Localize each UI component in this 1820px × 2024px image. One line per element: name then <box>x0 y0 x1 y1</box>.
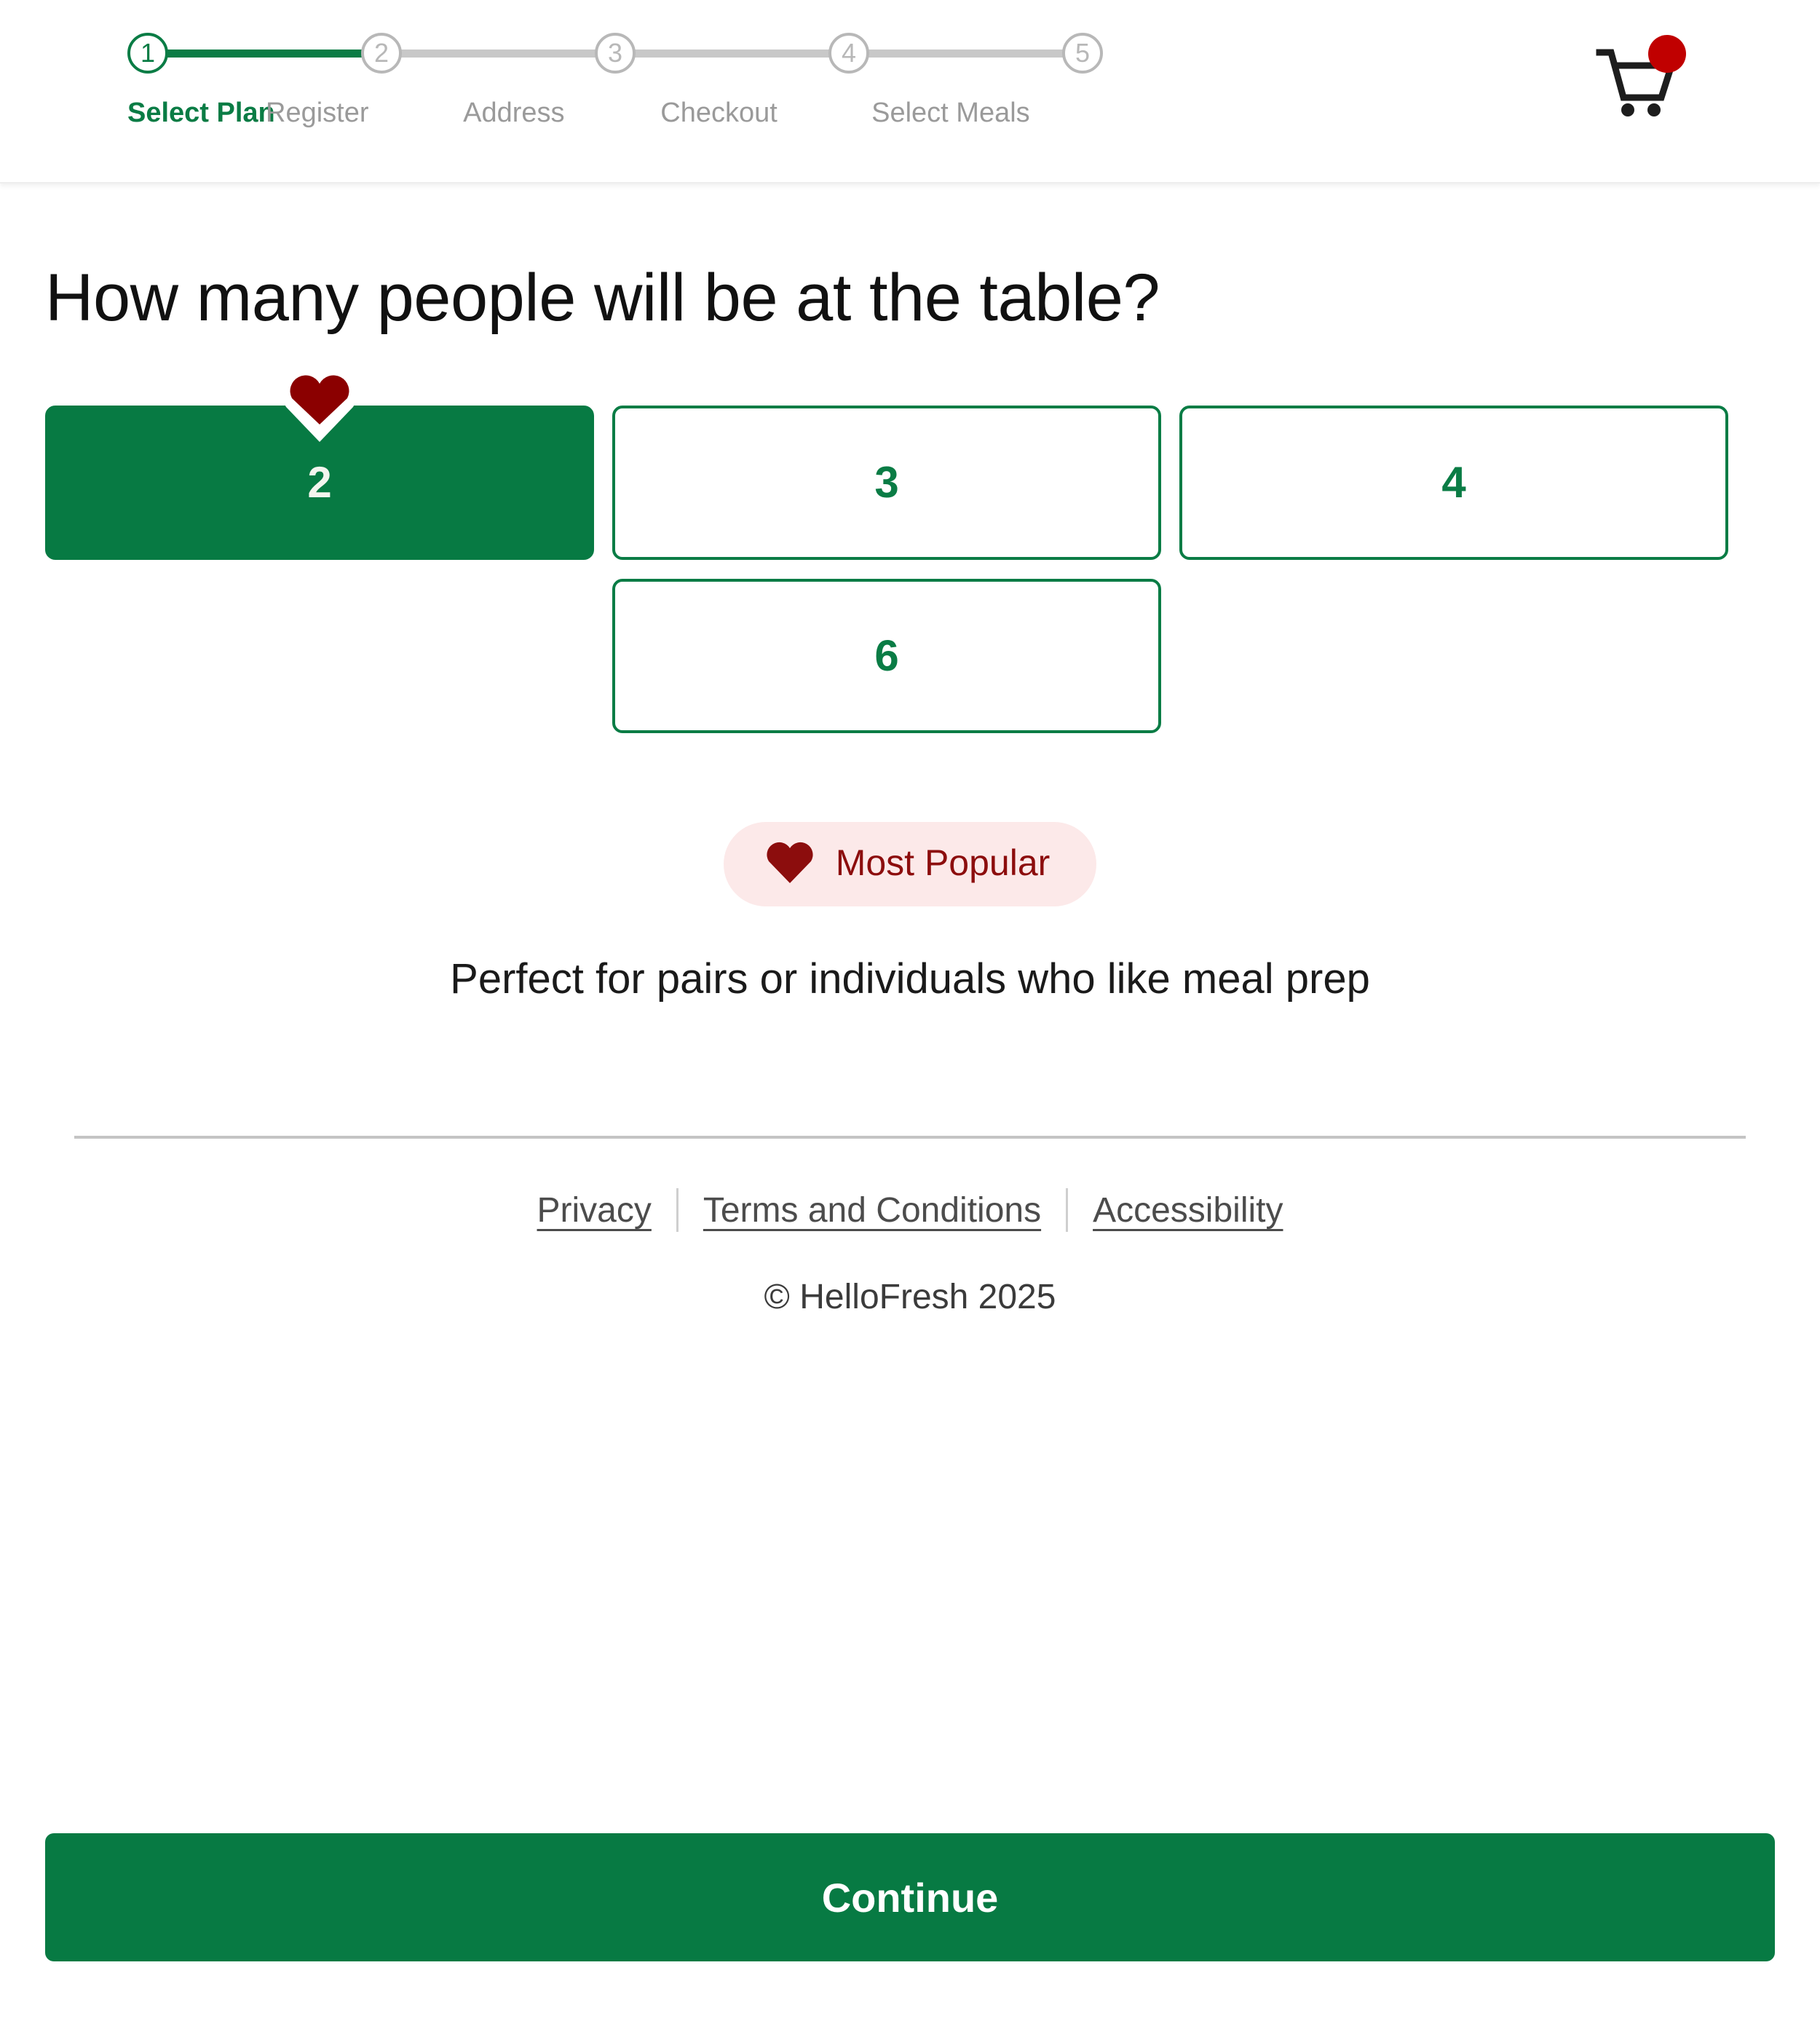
step-connector-3-4 <box>633 49 831 58</box>
step-node-3[interactable]: 3 <box>595 33 636 74</box>
option-slot-3: 3 <box>612 406 1161 561</box>
option-slot-2: 2 <box>45 375 594 561</box>
step-label-checkout: Checkout <box>660 98 778 128</box>
step-node-2[interactable]: 2 <box>361 33 402 74</box>
step-label-address: Address <box>463 98 565 128</box>
step-node-1[interactable]: 1 <box>127 33 168 74</box>
continue-button[interactable]: Continue <box>45 1833 1775 1961</box>
copyright-text: © HelloFresh 2025 <box>764 1278 1056 1317</box>
footer: Privacy Terms and Conditions Accessibili… <box>45 1139 1775 1317</box>
option-button-4[interactable]: 4 <box>1179 406 1728 561</box>
step-connector-1-2 <box>165 49 364 58</box>
footer-link-privacy[interactable]: Privacy <box>513 1190 676 1230</box>
step-label-select-meals: Select Meals <box>871 98 1030 128</box>
main-content: How many people will be at the table? 2 … <box>0 183 1820 1774</box>
step-connector-2-3 <box>399 49 598 58</box>
step-node-4[interactable]: 4 <box>828 33 869 74</box>
option-button-2[interactable]: 2 <box>45 406 594 561</box>
step-circle-4: 4 <box>828 33 869 74</box>
people-count-options-row-2: 6 <box>45 579 1728 734</box>
footer-links: Privacy Terms and Conditions Accessibili… <box>45 1188 1775 1233</box>
plan-description: Perfect for pairs or individuals who lik… <box>450 955 1370 1003</box>
heart-icon <box>767 842 813 884</box>
step-connector-4-5 <box>866 49 1065 58</box>
signup-page: 1 2 3 4 5 Select Plan Register Address C… <box>0 0 1820 2024</box>
most-popular-badge: Most Popular <box>723 822 1097 907</box>
cta-container: Continue <box>0 1833 1820 2024</box>
step-circle-5: 5 <box>1062 33 1103 74</box>
footer-link-accessibility[interactable]: Accessibility <box>1068 1190 1307 1230</box>
step-circle-2: 2 <box>361 33 402 74</box>
page-title: How many people will be at the table? <box>45 261 1160 335</box>
option-button-6[interactable]: 6 <box>612 579 1161 734</box>
step-circle-3: 3 <box>595 33 636 74</box>
footer-link-terms-and-conditions[interactable]: Terms and Conditions <box>678 1190 1066 1230</box>
step-node-5[interactable]: 5 <box>1062 33 1103 74</box>
most-popular-label: Most Popular <box>835 842 1051 884</box>
progress-stepper: 1 2 3 4 5 Select Plan Register Address C… <box>127 25 1103 163</box>
header: 1 2 3 4 5 Select Plan Register Address C… <box>0 0 1820 183</box>
step-label-register: Register <box>266 98 369 128</box>
most-popular-badge-row: Most Popular <box>45 822 1775 907</box>
cart-notification-dot-icon <box>1648 35 1686 73</box>
cart-button[interactable] <box>1596 35 1690 122</box>
option-slot-6: 6 <box>612 579 1161 734</box>
stepper-labels: Select Plan Register Address Checkout Se… <box>127 98 1103 129</box>
step-circle-1: 1 <box>127 33 168 74</box>
stepper-track: 1 2 3 4 5 <box>127 25 1103 82</box>
option-slot-4: 4 <box>1179 406 1728 561</box>
people-count-options: 2 3 4 6 <box>45 375 1728 734</box>
step-label-select-plan: Select Plan <box>127 98 275 128</box>
option-button-3[interactable]: 3 <box>612 406 1161 561</box>
